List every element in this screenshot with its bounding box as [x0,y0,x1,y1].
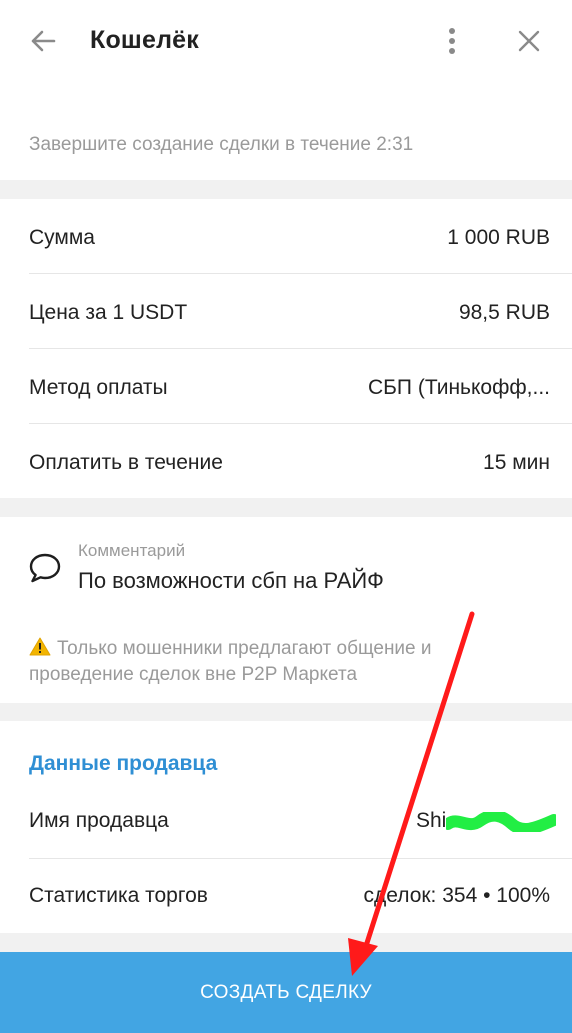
seller-label: Имя продавца [29,809,169,832]
deal-details-card: Сумма 1 000 RUB Цена за 1 USDT 98,5 RUB … [0,199,572,498]
detail-label: Оплатить в течение [29,451,223,474]
create-deal-button[interactable]: СОЗДАТЬ СДЕЛКУ [0,952,572,1033]
divider [29,423,572,424]
detail-row-payment-method[interactable]: Метод оплаты СБП (Тинькофф,... [29,351,550,425]
detail-value: СБП (Тинькофф,... [367,376,550,399]
warning-text: Только мошенники предлагают общение и пр… [29,638,432,685]
speech-bubble-icon [29,553,61,583]
deal-timer-text: Завершите создание сделки в течение 2:31 [29,134,414,155]
detail-label: Метод оплаты [29,376,168,399]
seller-stats-value: сделок: 354 • 100% [363,884,550,907]
timer-section: Завершите создание сделки в течение 2:31 [0,82,572,180]
divider [29,348,572,349]
seller-row-stats: Статистика торгов сделок: 354 • 100% [29,859,550,933]
close-button[interactable] [512,24,546,58]
divider [29,273,572,274]
warning-icon [29,637,51,656]
seller-label: Статистика торгов [29,884,208,907]
seller-row-name[interactable]: Имя продавца Shi [29,784,556,858]
detail-row-price: Цена за 1 USDT 98,5 RUB [29,276,550,350]
warning-notice: Только мошенники предлагают общение и пр… [29,636,499,688]
close-icon [518,30,540,52]
page-title: Кошелёк [90,26,199,54]
detail-label: Сумма [29,226,95,249]
more-menu-button[interactable] [440,24,464,58]
detail-value: 1 000 RUB [447,226,550,249]
arrow-left-icon [31,30,56,52]
app-header: Кошелёк [0,0,572,82]
seller-name-text: Shi [416,809,447,832]
seller-section-title: Данные продавца [29,752,218,775]
detail-value: 15 мин [483,451,550,474]
seller-name-value: Shi [416,809,556,833]
detail-value: 98,5 RUB [458,301,550,324]
comment-text: По возможности сбп на РАЙФ [78,568,384,593]
detail-row-pay-within: Оплатить в течение 15 мин [29,426,550,500]
redaction-scribble [446,812,556,832]
back-button[interactable] [26,24,60,58]
detail-label: Цена за 1 USDT [29,301,188,324]
comment-label: Комментарий [78,541,186,560]
detail-row-amount: Сумма 1 000 RUB [29,201,550,275]
more-vertical-icon [449,28,455,54]
